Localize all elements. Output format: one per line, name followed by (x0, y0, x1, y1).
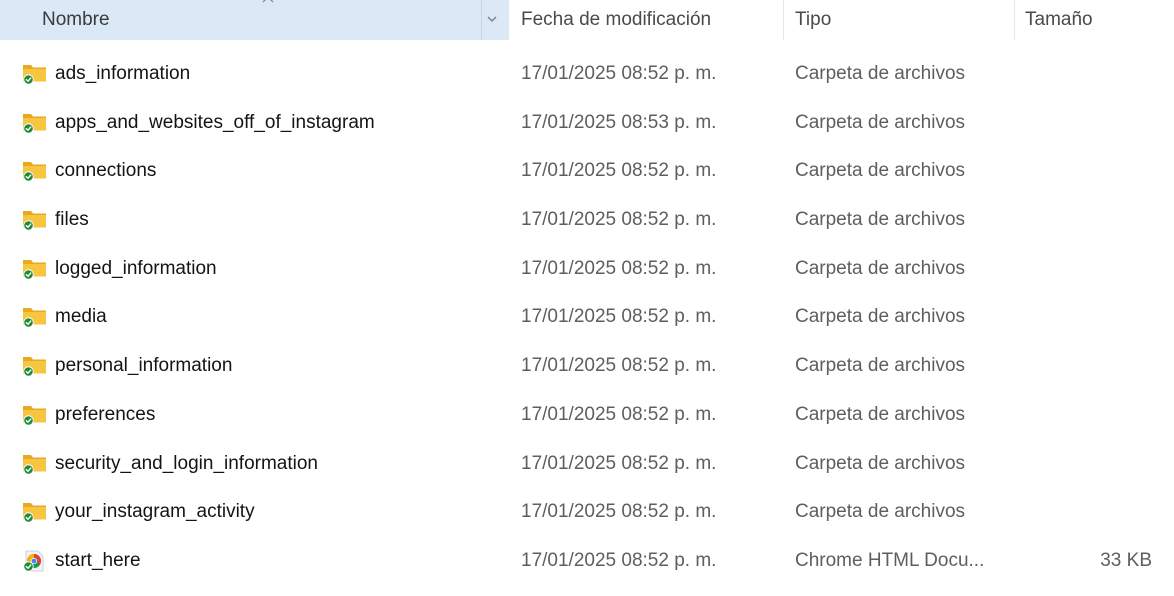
file-name: security_and_login_information (55, 452, 318, 474)
file-modified-date: 17/01/2025 08:52 p. m. (521, 209, 717, 231)
file-type: Carpeta de archivos (795, 209, 966, 231)
folder-synced-icon (21, 304, 48, 329)
file-size: 33 KB (1100, 549, 1152, 571)
file-modified-date: 17/01/2025 08:52 p. m. (521, 403, 717, 425)
file-type: Carpeta de archivos (795, 501, 966, 523)
chevron-down-icon[interactable] (486, 13, 498, 25)
file-row[interactable]: apps_and_websites_off_of_instagram 17/01/… (0, 99, 1174, 148)
file-type: Carpeta de archivos (795, 160, 966, 182)
column-header-type-label: Tipo (795, 9, 832, 30)
file-row[interactable]: connections 17/01/2025 08:52 p. m. Carpeta… (0, 147, 1174, 196)
file-name: start_here (55, 549, 141, 571)
file-type: Carpeta de archivos (795, 63, 966, 84)
file-name: apps_and_websites_off_of_instagram (55, 111, 375, 133)
file-type: Carpeta de archivos (795, 257, 966, 279)
file-modified-date: 17/01/2025 08:52 p. m. (521, 355, 717, 377)
file-modified-date: 17/01/2025 08:52 p. m. (521, 306, 717, 328)
file-modified-date: 17/01/2025 08:52 p. m. (521, 549, 717, 571)
column-header-bar: Nombre Fecha de modificación Tipo Tamaño (0, 0, 1174, 40)
file-row[interactable]: files 17/01/2025 08:52 p. m. Carpeta de ar… (0, 196, 1174, 245)
file-type: Carpeta de archivos (795, 452, 966, 474)
folder-synced-icon (21, 110, 48, 135)
file-type: Carpeta de archivos (795, 306, 966, 328)
file-name: ads_information (55, 63, 191, 84)
column-header-date-label: Fecha de modificación (521, 9, 712, 30)
file-modified-date: 17/01/2025 08:53 p. m. (521, 111, 717, 133)
file-type: Carpeta de archivos (795, 355, 966, 377)
folder-synced-icon (21, 158, 48, 183)
file-row[interactable]: personal_information 17/01/2025 08:52 p. … (0, 342, 1174, 391)
folder-synced-icon (21, 451, 48, 476)
file-name: connections (55, 160, 157, 182)
folder-synced-icon (21, 353, 48, 378)
file-modified-date: 17/01/2025 08:52 p. m. (521, 160, 717, 182)
file-row[interactable]: logged_information 17/01/2025 08:52 p. m.… (0, 245, 1174, 294)
file-modified-date: 17/01/2025 08:52 p. m. (521, 501, 717, 523)
file-type: Carpeta de archivos (795, 111, 966, 133)
column-header-name-label: Nombre (42, 9, 110, 30)
column-header-size-label: Tamaño (1025, 9, 1093, 30)
file-row[interactable]: your_instagram_activity 17/01/2025 08:52 … (0, 488, 1174, 537)
folder-synced-icon (21, 256, 48, 281)
folder-synced-icon (21, 61, 48, 86)
file-type: Carpeta de archivos (795, 403, 966, 425)
file-explorer-details-view: Nombre Fecha de modificación Tipo Tamaño… (0, 0, 1174, 596)
file-name: files (55, 209, 89, 231)
file-name: media (55, 306, 107, 328)
column-divider (481, 0, 482, 40)
file-name: your_instagram_activity (55, 501, 255, 523)
folder-synced-icon (21, 499, 48, 524)
file-name: logged_information (55, 257, 217, 279)
file-row[interactable]: preferences 17/01/2025 08:52 p. m. Carpeta… (0, 391, 1174, 440)
folder-synced-icon (21, 402, 48, 427)
file-modified-date: 17/01/2025 08:52 p. m. (521, 257, 717, 279)
file-row[interactable]: media 17/01/2025 08:52 p. m. Carpeta de ar… (0, 293, 1174, 342)
chrome-html-icon (21, 548, 48, 573)
file-name: preferences (55, 403, 156, 425)
file-list: ads_information 17/01/2025 08:52 p. m. Car… (0, 50, 1174, 586)
folder-synced-icon (21, 207, 48, 232)
file-modified-date: 17/01/2025 08:52 p. m. (521, 452, 717, 474)
file-row[interactable]: start_here 17/01/2025 08:52 p. m. Chrome H… (0, 537, 1174, 586)
file-type: Chrome HTML Docu... (795, 549, 985, 571)
column-header-name[interactable]: Nombre (0, 0, 509, 40)
file-row[interactable]: ads_information 17/01/2025 08:52 p. m. Car… (0, 50, 1174, 99)
column-header-type[interactable]: Tipo (783, 0, 1014, 40)
sort-ascending-icon (262, 0, 274, 3)
file-modified-date: 17/01/2025 08:52 p. m. (521, 63, 717, 84)
column-header-date[interactable]: Fecha de modificación (509, 0, 783, 40)
column-header-size[interactable]: Tamaño (1014, 0, 1174, 40)
file-name: personal_information (55, 355, 233, 377)
file-row[interactable]: security_and_login_information 17/01/2025… (0, 440, 1174, 489)
